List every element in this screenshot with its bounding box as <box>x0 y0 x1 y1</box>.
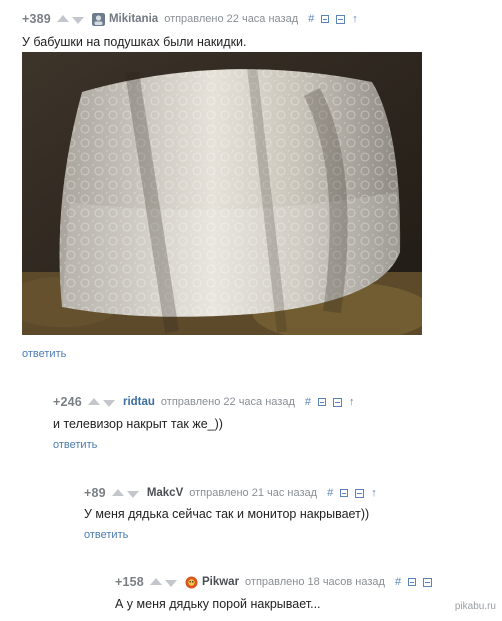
comment-meta: +246 ridtau отправлено 22 часа назад # ↑ <box>53 394 362 410</box>
comment-timestamp: отправлено 22 часа назад <box>160 396 295 408</box>
comment-rating: +158 <box>115 575 144 589</box>
vote-up-icon[interactable] <box>87 397 100 405</box>
avatar-icon[interactable] <box>91 12 105 26</box>
avatar-icon[interactable] <box>185 576 198 589</box>
comment-text: и телевизор накрыт так же_)) <box>53 417 223 431</box>
comment-author[interactable]: ridtau <box>123 396 155 408</box>
reply-link[interactable]: ответить <box>84 529 128 541</box>
comment-rating: +89 <box>84 486 106 500</box>
comment-timestamp: отправлено 22 часа назад <box>164 13 299 25</box>
reply-link[interactable]: ответить <box>22 348 66 360</box>
comment-link-icon[interactable]: # <box>327 487 333 499</box>
comment-text: У бабушки на подушках были накидки. <box>22 35 247 49</box>
comment-text: У меня дядька сейчас так и монитор накры… <box>84 507 370 521</box>
comment-author[interactable]: Mikitania <box>109 13 158 25</box>
collapse-icon[interactable] <box>318 398 326 406</box>
save-icon[interactable] <box>355 488 365 498</box>
comment-link-icon[interactable]: # <box>395 576 401 588</box>
collapse-icon[interactable] <box>340 489 349 497</box>
lace-pillow-photo <box>22 52 422 335</box>
vote-down-icon[interactable] <box>71 16 84 24</box>
save-icon[interactable] <box>333 397 342 407</box>
collapse-icon[interactable] <box>321 15 330 23</box>
reply-link[interactable]: ответить <box>53 439 97 451</box>
parent-arrow-icon[interactable]: ↑ <box>371 487 377 499</box>
collapse-icon[interactable] <box>408 578 417 586</box>
vote-down-icon[interactable] <box>126 490 139 498</box>
comment-meta: +89 MakcV отправлено 21 час назад # ↑ <box>84 485 384 501</box>
comment-rating: +246 <box>53 395 82 409</box>
save-icon[interactable] <box>336 14 346 24</box>
comment-meta: +389 Mikitania отправлено 22 часа назад … <box>22 11 365 27</box>
watermark: pikabu.ru <box>454 601 496 612</box>
save-icon[interactable] <box>423 577 433 587</box>
vote-up-icon[interactable] <box>111 488 124 496</box>
comment-rating: +389 <box>22 12 51 26</box>
comment-text: А у меня дядьку порой накрывает... <box>115 597 321 611</box>
comment-link-icon[interactable]: # <box>308 13 314 25</box>
vote-down-icon[interactable] <box>164 579 177 587</box>
comment-author[interactable]: Pikwar <box>202 576 239 588</box>
parent-arrow-icon[interactable]: ↑ <box>349 396 355 408</box>
parent-arrow-icon[interactable]: ↑ <box>352 13 358 25</box>
comment-link-icon[interactable]: # <box>305 396 311 408</box>
comment-image[interactable] <box>22 52 422 335</box>
comment-author[interactable]: MakcV <box>147 487 183 499</box>
comment-timestamp: отправлено 18 часов назад <box>245 576 385 588</box>
comment-meta: +158 Pikwar отправлено 18 часов назад # <box>115 574 439 590</box>
comment-timestamp: отправлено 21 час назад <box>189 487 318 499</box>
vote-up-icon[interactable] <box>149 577 162 585</box>
vote-down-icon[interactable] <box>102 399 115 407</box>
vote-up-icon[interactable] <box>56 14 69 22</box>
